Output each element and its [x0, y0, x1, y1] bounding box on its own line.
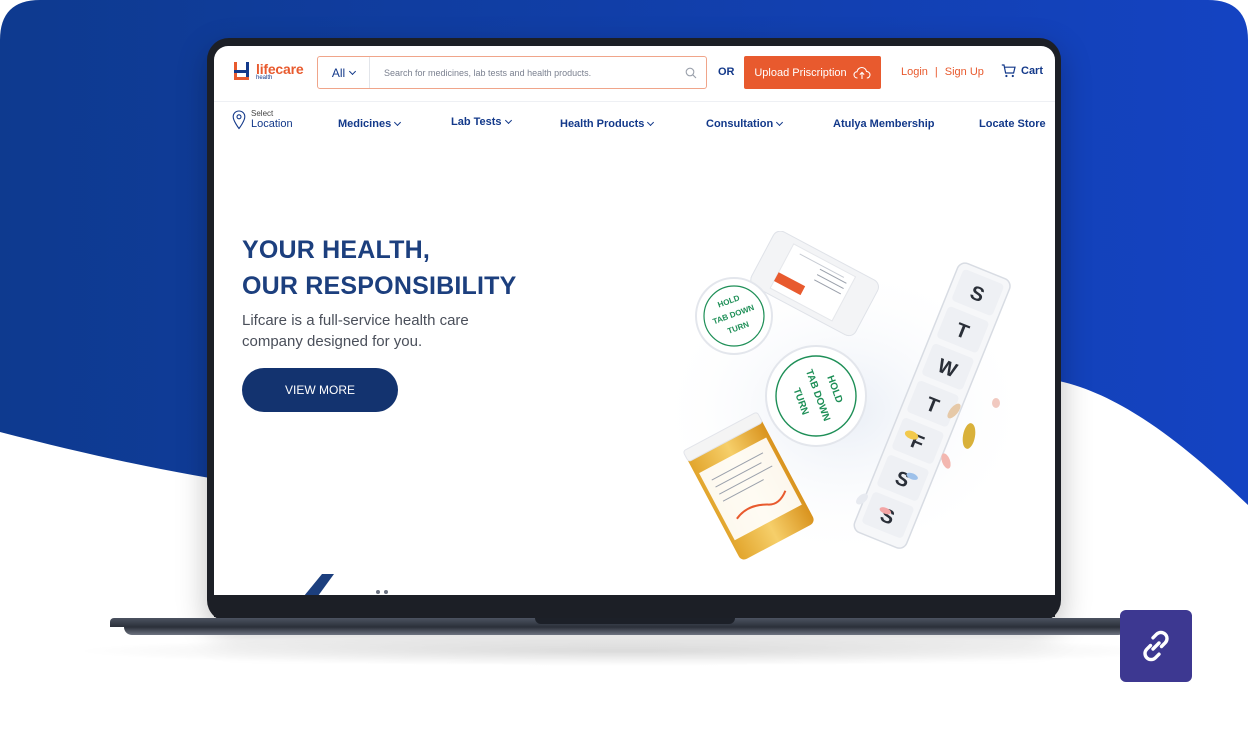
upload-prescription-label: Upload Priscription: [754, 66, 847, 79]
logo-name: lifecare: [256, 61, 304, 77]
screen-bezel-bottom: [214, 595, 1055, 617]
cart-icon: [1001, 64, 1016, 78]
nav-item-label: Consultation: [706, 118, 774, 130]
hero-pills-illustration: HOLD TAB DOWN TURN HOLD TAB DOWN TURN S …: [654, 231, 1024, 561]
link-badge[interactable]: [1120, 610, 1192, 682]
chevron-down-icon: [647, 118, 655, 127]
cart-label: Cart: [1021, 65, 1044, 77]
search-category-label: All: [331, 65, 346, 80]
chevron-down-icon: [349, 67, 357, 75]
hero-title: YOUR HEALTH, OUR RESPONSIBILITY: [242, 232, 516, 304]
nav-item-health-products[interactable]: Health Products: [560, 118, 655, 130]
nav-item-label: Atulya Membership: [833, 118, 935, 130]
nav-item-atulya-membership[interactable]: Atulya Membership: [833, 118, 934, 130]
or-label: OR: [718, 66, 735, 78]
view-more-button[interactable]: VIEW MORE: [242, 368, 398, 412]
nav-item-label: Health Products: [560, 118, 645, 130]
site-header: lifecare health All OR Upload Priscripti…: [214, 46, 1055, 102]
lifecare-logo-mark: [234, 62, 252, 80]
search-icon[interactable]: [676, 57, 706, 88]
nav-item-label: Medicines: [338, 118, 392, 130]
auth-links: Login | Sign Up: [901, 66, 984, 78]
search-category-select[interactable]: All: [318, 57, 370, 88]
nav-item-medicines[interactable]: Medicines: [338, 118, 402, 130]
laptop-base: [110, 618, 1140, 638]
nav-item-lab-tests[interactable]: Lab Tests: [451, 116, 512, 128]
main-nav: Select Location Medicines Lab Tests Heal…: [214, 102, 1055, 142]
hero-description: Lifcare is a full-service health care co…: [242, 312, 469, 350]
laptop-shadow: [70, 636, 1180, 666]
auth-separator: |: [934, 66, 938, 78]
link-icon: [1143, 630, 1169, 662]
location-small-label: Select: [251, 109, 274, 118]
search-input[interactable]: [370, 57, 676, 88]
nav-item-locate-store[interactable]: Locate Store: [979, 118, 1046, 130]
nav-item-consultation[interactable]: Consultation: [706, 118, 784, 130]
chevron-down-icon: [776, 118, 784, 127]
location-pin-icon: [232, 110, 246, 130]
login-link[interactable]: Login: [901, 66, 928, 78]
search-bar: All: [317, 56, 707, 89]
hero-title-line-1: YOUR HEALTH,: [242, 236, 431, 264]
chevron-down-icon: [504, 116, 512, 125]
signup-link[interactable]: Sign Up: [945, 66, 984, 78]
chevron-down-icon: [394, 118, 402, 127]
location-label: Location: [251, 118, 293, 130]
nav-item-label: Locate Store: [979, 118, 1046, 130]
nav-item-label: Lab Tests: [451, 116, 502, 128]
upload-prescription-button[interactable]: Upload Priscription: [744, 56, 881, 89]
hero-title-line-2: OUR RESPONSIBILITY: [242, 272, 517, 300]
cart-button[interactable]: Cart: [1001, 64, 1043, 78]
lifecare-logo[interactable]: lifecare health: [234, 61, 304, 84]
bottom-product-hint: [304, 574, 388, 595]
cloud-upload-icon: [853, 66, 871, 79]
website-screen: lifecare health All OR Upload Priscripti…: [214, 46, 1055, 595]
select-location[interactable]: Select Location: [232, 110, 293, 130]
